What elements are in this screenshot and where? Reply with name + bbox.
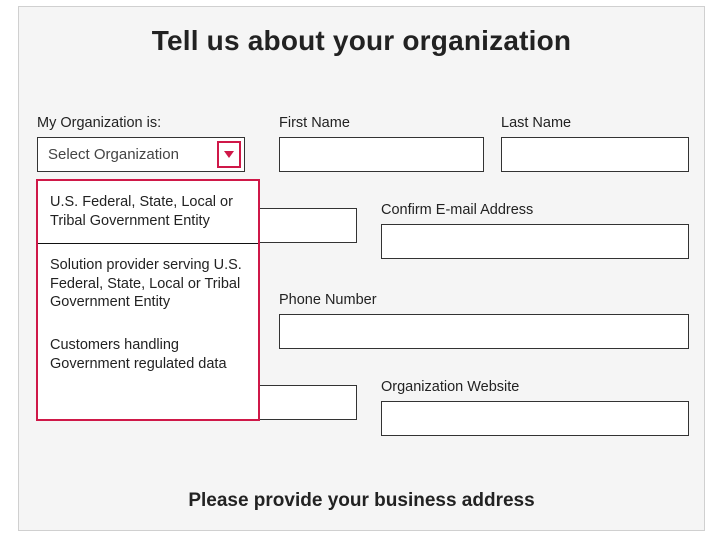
phone-input[interactable] xyxy=(279,314,689,349)
organization-option[interactable]: U.S. Federal, State, Local or Tribal Gov… xyxy=(38,181,258,244)
confirm-email-label: Confirm E-mail Address xyxy=(381,202,689,218)
phone-label: Phone Number xyxy=(279,292,689,308)
field-first-name: First Name xyxy=(279,115,484,172)
field-last-name: Last Name xyxy=(501,115,689,172)
section-title: Please provide your business address xyxy=(19,490,704,512)
organization-option[interactable]: Customers handling Government regulated … xyxy=(38,324,258,386)
last-name-label: Last Name xyxy=(501,115,689,131)
field-phone: Phone Number xyxy=(279,292,689,349)
chevron-down-icon[interactable] xyxy=(217,141,241,168)
organization-label: My Organization is: xyxy=(37,115,245,131)
first-name-label: First Name xyxy=(279,115,484,131)
organization-dropdown-panel: U.S. Federal, State, Local or Tribal Gov… xyxy=(36,179,260,421)
confirm-email-input[interactable] xyxy=(381,224,689,259)
website-input[interactable] xyxy=(381,401,689,436)
organization-option[interactable]: Solution provider serving U.S. Federal, … xyxy=(38,244,258,325)
organization-select-value: Select Organization xyxy=(48,146,179,163)
first-name-input[interactable] xyxy=(279,137,484,172)
website-label: Organization Website xyxy=(381,379,689,395)
organization-select[interactable]: Select Organization xyxy=(37,137,245,172)
page-title: Tell us about your organization xyxy=(19,25,704,57)
field-organization: My Organization is: Select Organization xyxy=(37,115,245,172)
last-name-input[interactable] xyxy=(501,137,689,172)
field-website: Organization Website xyxy=(381,379,689,436)
form-panel: Tell us about your organization My Organ… xyxy=(18,6,705,531)
field-confirm-email: Confirm E-mail Address xyxy=(381,202,689,259)
